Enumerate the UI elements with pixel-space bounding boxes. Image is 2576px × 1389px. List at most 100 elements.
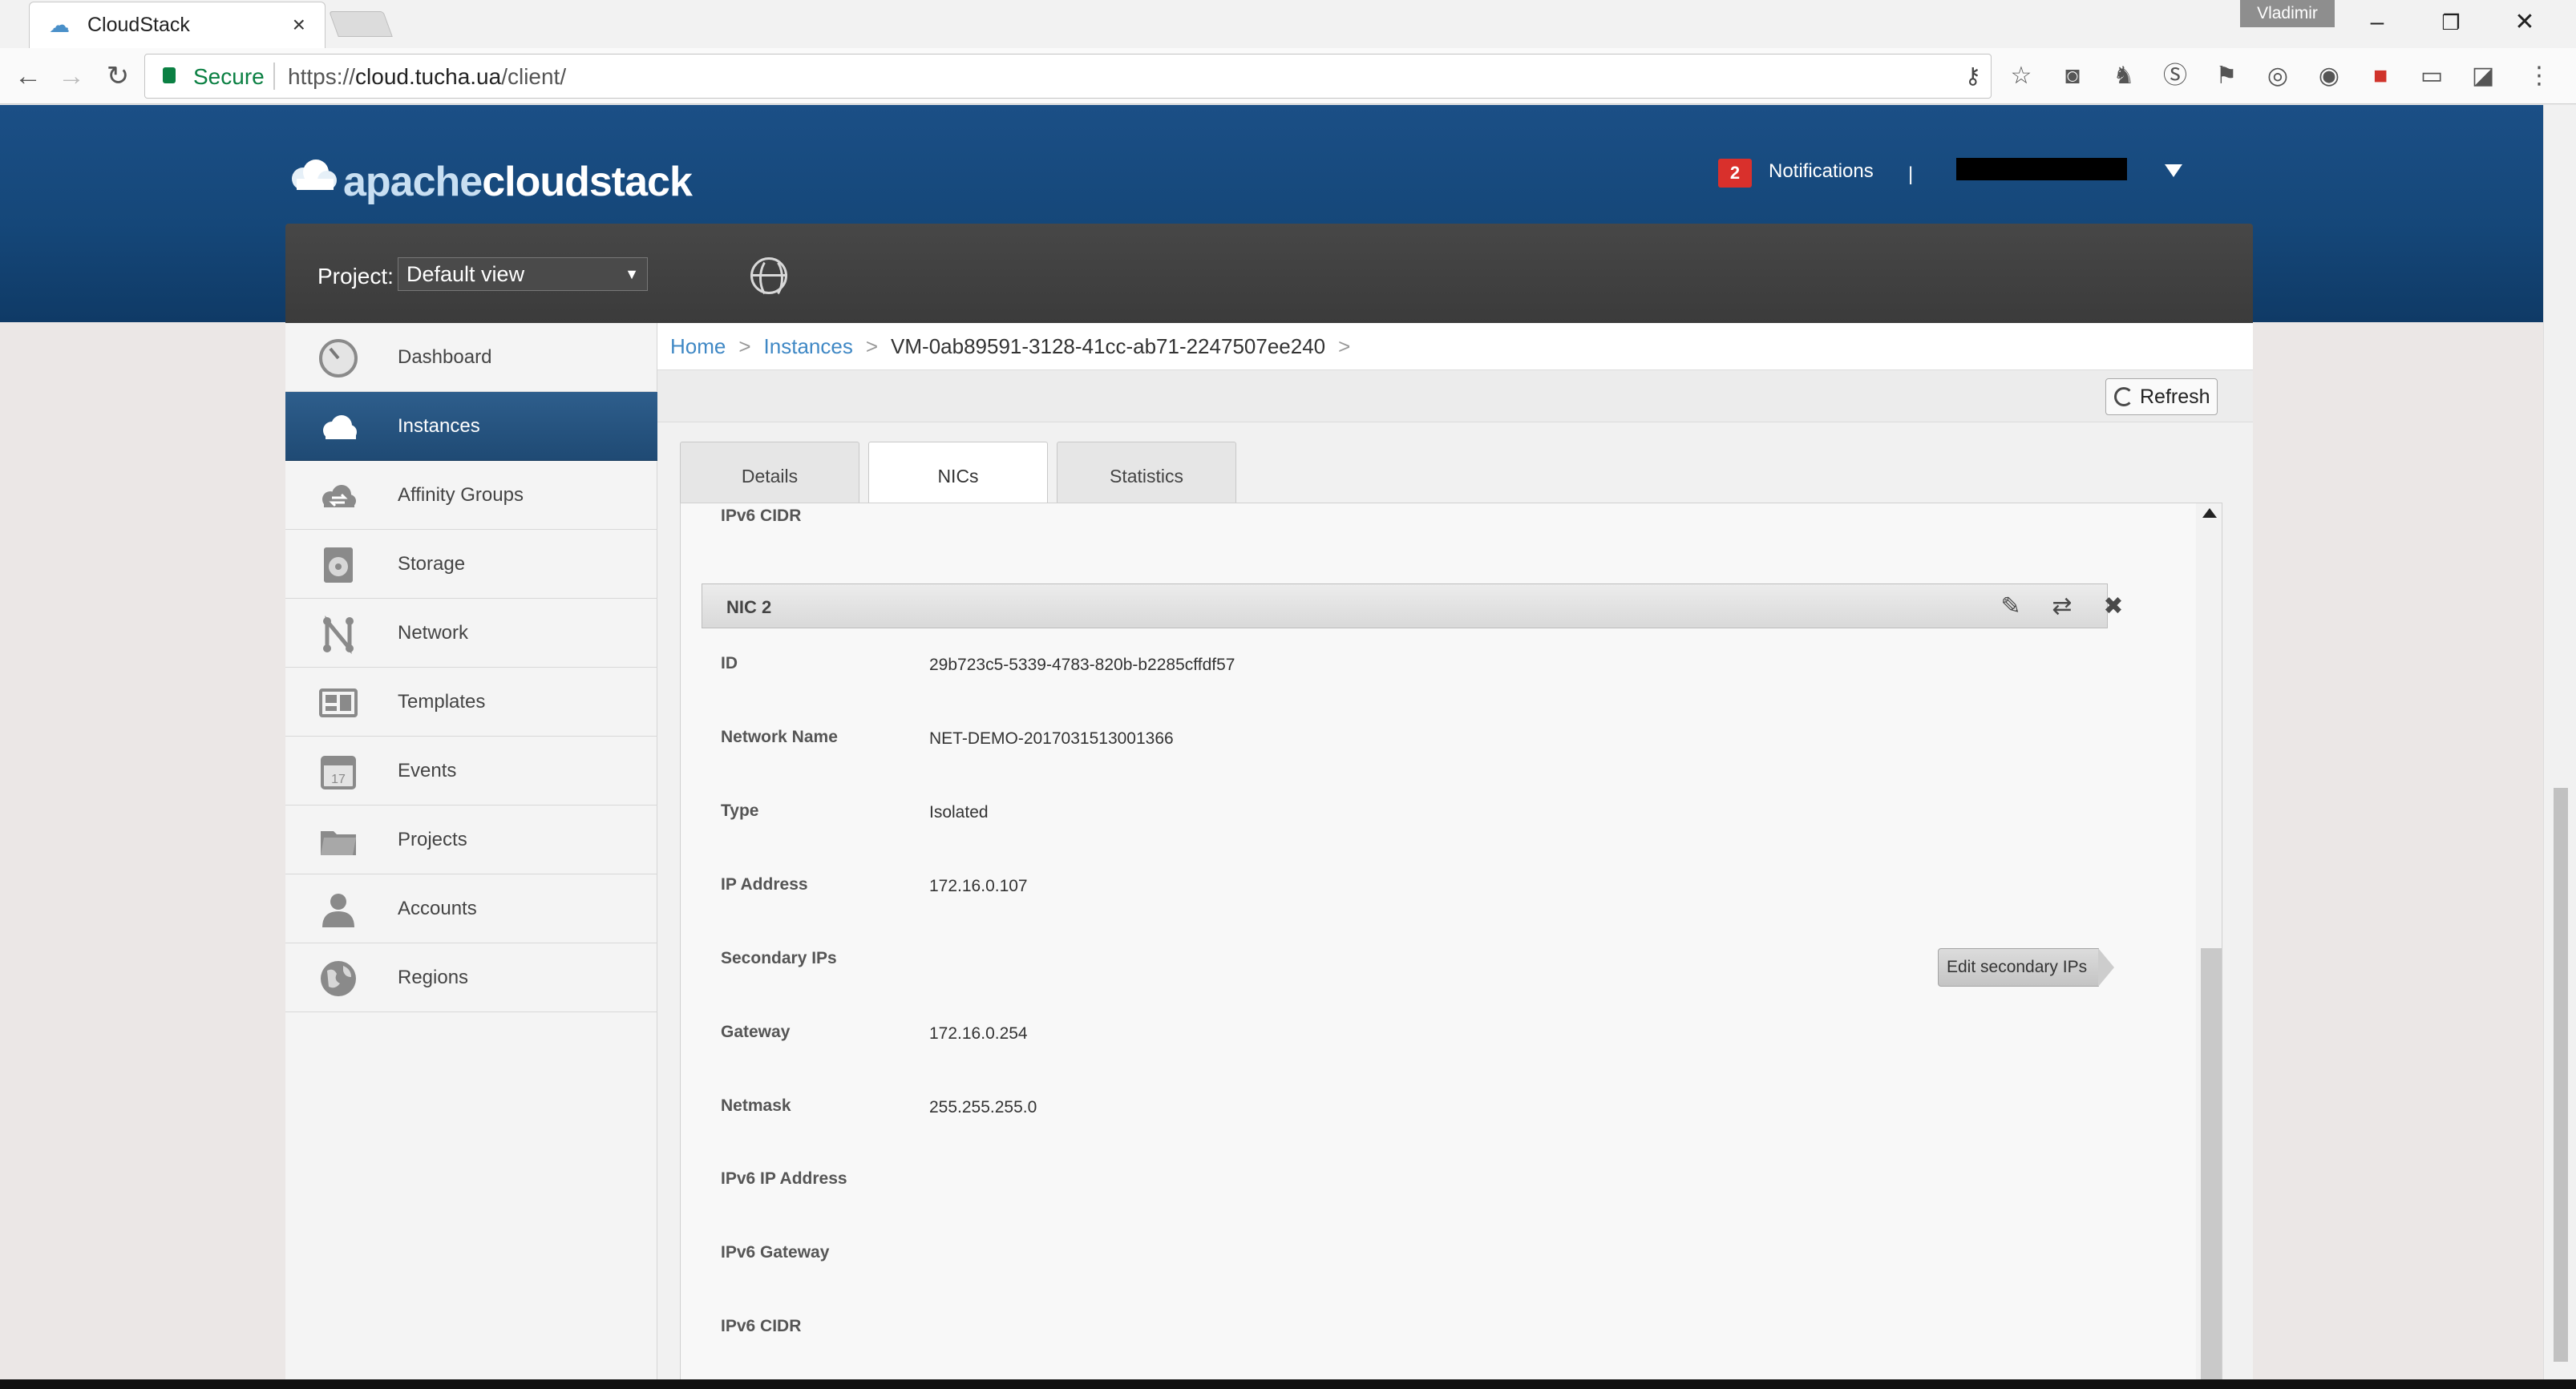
sidebar-item-label: Projects <box>398 829 467 850</box>
nic-row-label: IPv6 Gateway <box>721 1243 830 1262</box>
nic-row-label: Gateway <box>721 1023 791 1041</box>
nic-row-value: NET-DEMO-2017031513001366 <box>929 729 1174 748</box>
sidebar-item-storage[interactable]: Storage <box>285 530 657 599</box>
sidebar-item-label: Instances <box>398 415 480 437</box>
sidebar: Dashboard Instances Affinity Groups Stor… <box>285 323 657 1379</box>
refresh-label: Refresh <box>2140 386 2210 408</box>
pocket-icon[interactable]: ◙ <box>2056 59 2089 93</box>
scroll-up-icon[interactable] <box>2202 508 2217 518</box>
edit-nic-icon[interactable]: ✎ <box>1996 592 2025 621</box>
cast-icon[interactable]: ▭ <box>2415 59 2449 93</box>
logo-part2: cloudstack <box>482 159 693 205</box>
extension-red-icon[interactable]: ■ <box>2364 59 2397 93</box>
sidebar-item-network[interactable]: Network <box>285 599 657 668</box>
evernote-icon[interactable]: ♞ <box>2107 59 2141 93</box>
svg-text:17: 17 <box>331 773 346 786</box>
nic-row-value: 255.255.255.0 <box>929 1098 1037 1116</box>
breadcrumb-home[interactable]: Home <box>670 334 726 358</box>
panel-scrollbar[interactable] <box>2196 503 2222 1379</box>
sidebar-item-label: Regions <box>398 967 469 988</box>
user-menu-arrow-icon[interactable] <box>2165 164 2182 177</box>
select-caret-icon: ▼ <box>625 266 639 282</box>
back-icon[interactable]: ← <box>8 56 48 96</box>
tab-close-icon[interactable]: × <box>293 12 305 38</box>
browser-tab[interactable]: ☁ CloudStack × <box>29 2 326 48</box>
breadcrumb: Home > Instances > VM-0ab89591-3128-41cc-ab7… <box>670 334 1363 359</box>
sidebar-item-affinity-groups[interactable]: Affinity Groups <box>285 461 657 530</box>
sidebar-item-label: Events <box>398 760 457 781</box>
window-scroll-thumb[interactable] <box>2554 788 2568 1362</box>
sidebar-item-projects[interactable]: Projects <box>285 806 657 874</box>
url-host: cloud.tucha.ua <box>355 64 502 89</box>
secure-label: Secure <box>193 64 265 89</box>
sidebar-item-accounts[interactable]: Accounts <box>285 874 657 943</box>
sidebar-item-instances[interactable]: Instances <box>285 392 657 461</box>
notifications-count-badge[interactable]: 2 <box>1718 159 1752 188</box>
storage-icon <box>324 547 353 583</box>
nic-row-value: 29b723c5-5339-4783-820b-b2285cffdf57 <box>929 656 1235 674</box>
extension-lock-icon[interactable]: ◎ <box>2261 59 2295 93</box>
nic-row-value: 172.16.0.254 <box>929 1024 1028 1043</box>
user-icon <box>322 894 354 927</box>
breadcrumb-separator: > <box>738 334 751 358</box>
tab-statistics[interactable]: Statistics <box>1057 442 1236 503</box>
extension-flag-icon[interactable]: ⚑ <box>2210 59 2243 93</box>
url-path: /client/ <box>501 64 567 89</box>
restore-icon[interactable]: ❐ <box>2431 5 2471 40</box>
new-tab-button[interactable] <box>329 11 393 37</box>
sidebar-item-label: Affinity Groups <box>398 484 524 506</box>
nic-row-label: ID <box>721 654 738 672</box>
url-scheme: https:// <box>288 64 356 89</box>
main-content: Home > Instances > VM-0ab89591-3128-41cc-ab7… <box>657 323 2253 1379</box>
project-label: Project: <box>317 264 394 289</box>
dashboard-icon <box>319 339 358 378</box>
browser-tab-title: CloudStack <box>87 14 190 36</box>
url-text[interactable]: https://cloud.tucha.ua/client/ <box>288 64 566 90</box>
nic-row-label: IP Address <box>721 875 808 894</box>
window-scrollbar[interactable] <box>2543 105 2576 1379</box>
edit-secondary-ips-button[interactable]: Edit secondary IPs <box>1938 948 2115 987</box>
forward-icon[interactable]: → <box>51 56 91 96</box>
swap-nic-icon[interactable]: ⇄ <box>2048 592 2077 621</box>
tab-nics[interactable]: NICs <box>868 442 1048 504</box>
user-name-redacted[interactable] <box>1956 158 2127 180</box>
breadcrumb-instances[interactable]: Instances <box>764 334 853 358</box>
sidebar-item-templates[interactable]: Templates <box>285 668 657 737</box>
minimize-icon[interactable]: – <box>2357 5 2397 40</box>
bookmark-star-icon[interactable]: ☆ <box>2004 59 2038 93</box>
page: apachecloudstack 2 Notifications | Proje… <box>0 105 2543 1379</box>
remove-nic-icon[interactable]: ✖ <box>2099 592 2128 621</box>
extension-s-icon[interactable]: Ⓢ <box>2158 59 2192 93</box>
reload-icon[interactable]: ↻ <box>98 56 138 96</box>
logo-text: apachecloudstack <box>343 158 693 206</box>
templates-icon <box>319 688 358 717</box>
breadcrumb-separator: > <box>1338 334 1351 358</box>
previous-nic-ipv6-cidr-label: IPv6 CIDR <box>721 507 802 525</box>
taskbar-strip <box>0 1379 2576 1389</box>
panel-scroll-thumb[interactable] <box>2201 948 2222 1379</box>
sidebar-item-regions[interactable]: Regions <box>285 943 657 1012</box>
nic-row-value: Isolated <box>929 803 989 822</box>
detail-toolbar: Refresh <box>657 369 2253 422</box>
nic-title: NIC 2 <box>726 597 772 617</box>
sidebar-item-events[interactable]: 17 Events <box>285 737 657 806</box>
sidebar-item-dashboard[interactable]: Dashboard <box>285 323 657 392</box>
cloudstack-logo-icon <box>292 159 337 190</box>
folder-icon <box>321 831 356 855</box>
region-globe-icon[interactable] <box>750 257 787 299</box>
profile-badge[interactable]: Vladimir <box>2240 0 2335 27</box>
notifications-link[interactable]: Notifications <box>1769 160 1874 183</box>
refresh-button[interactable]: Refresh <box>2105 378 2218 415</box>
nic-row-label: Netmask <box>721 1096 791 1115</box>
extension-eye-icon[interactable]: ◉ <box>2312 59 2346 93</box>
network-icon <box>323 616 354 654</box>
sidebar-item-label: Templates <box>398 691 486 713</box>
sidebar-item-label: Dashboard <box>398 346 492 368</box>
chrome-menu-icon[interactable]: ⋮ <box>2522 59 2556 93</box>
project-select[interactable]: Default view ▼ <box>398 257 648 291</box>
close-window-icon[interactable]: ✕ <box>2505 5 2545 40</box>
extension-tool-icon[interactable]: ◪ <box>2466 59 2500 93</box>
tab-details[interactable]: Details <box>680 442 859 503</box>
address-bar[interactable]: Secure https://cloud.tucha.ua/client/ ⚷ <box>144 54 1992 99</box>
key-icon[interactable]: ⚷ <box>1964 63 1981 89</box>
